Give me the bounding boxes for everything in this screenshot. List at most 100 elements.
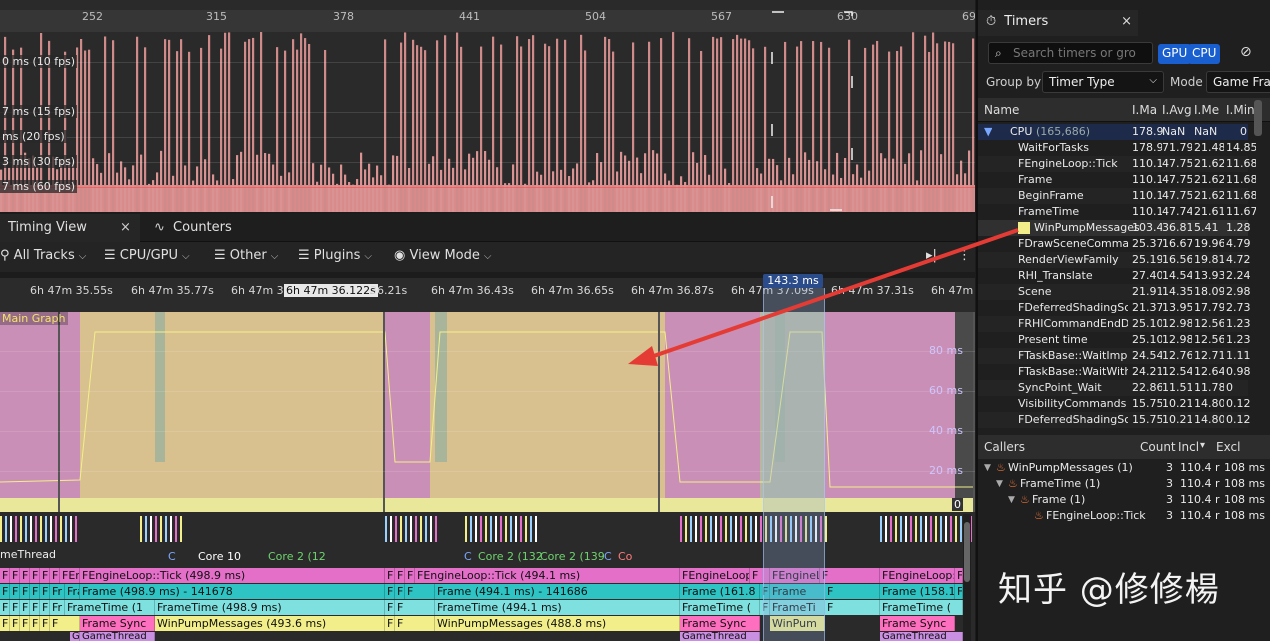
timer-row[interactable]: FTaskBase::WaitWith 24.21 12.54 12.64 0.98 (978, 364, 1251, 380)
mode-select[interactable]: Game Fra (1206, 71, 1270, 93)
timing-event-bar[interactable]: F (10, 616, 20, 631)
other-button[interactable]: ☰ Other ⌵ (214, 248, 278, 263)
timing-event-bar[interactable]: Frame Sync (80, 616, 155, 631)
timing-event-bar[interactable]: F (30, 584, 40, 599)
expand-arrow-icon[interactable]: ▼ (1008, 495, 1015, 505)
column-median[interactable]: I.Me (1194, 103, 1219, 117)
timer-row[interactable]: FDeferredShadingSce 21.37 13.95 17.79 2.73 (978, 300, 1251, 316)
column-avg[interactable]: I.Avg (1162, 103, 1192, 117)
column-excl[interactable]: Excl (1216, 440, 1240, 454)
timing-event-bar[interactable]: F (50, 616, 80, 631)
timing-event-bar[interactable]: WinPumpMessages (493.6 ms) (155, 616, 385, 631)
timing-event-bar[interactable]: Frame (161.8 (680, 584, 760, 599)
timing-event-bar[interactable]: Frame (158.1 (880, 584, 955, 599)
timing-event-bar[interactable]: FrameTime (494.1 ms) (435, 600, 680, 615)
group-by-select[interactable]: Timer Type ⌵ (1042, 71, 1164, 93)
timer-row[interactable]: FRHICommandEndDra 25.1012.9812.561.23 (978, 316, 1251, 332)
scrollbar-thumb[interactable] (964, 522, 970, 582)
caller-row[interactable]: ▼ ♨ WinPumpMessages (1) 3 110.4 r 108 ms (978, 460, 1270, 476)
timing-event-bar[interactable]: F (955, 568, 963, 583)
timing-event-bar[interactable]: F (20, 616, 30, 631)
timer-row[interactable]: VisibilityCommands 15.75 10.21 14.80 0.12 (978, 396, 1251, 412)
timing-event-bar[interactable]: F (825, 584, 880, 599)
timing-event-bar[interactable]: F (395, 616, 435, 631)
timer-row[interactable]: FEngineLoop::Tick 110.1 47.75 21.62 11.68 (978, 156, 1256, 172)
cpu-gpu-button[interactable]: ☰ CPU/GPU ⌵ (104, 248, 190, 263)
timing-event-bar[interactable]: F (395, 600, 435, 615)
timing-event-bar[interactable]: Fr (50, 584, 65, 599)
timing-event-bar[interactable]: F (0, 584, 10, 599)
thread-tracks[interactable]: meThread C Core 10 Core 2 (12 C Core 2 (132 C… (0, 512, 975, 641)
filter-off-icon[interactable]: ⊘ (1240, 44, 1252, 60)
timing-event-bar[interactable]: F (30, 600, 40, 615)
column-name[interactable]: Name (984, 103, 1019, 117)
timing-event-bar[interactable]: F (40, 568, 50, 583)
timing-event-bar[interactable]: F (385, 616, 395, 631)
timing-event-bar[interactable]: F (30, 568, 40, 583)
main-graph-track[interactable]: Main Graph 80 ms 60 ms 40 ms 20 ms 0 (0, 312, 975, 512)
timer-row[interactable]: FrameTime 110.1 47.74 21.61 11.67 (978, 204, 1256, 220)
sort-desc-icon[interactable]: ▾ (1200, 440, 1205, 451)
timing-event-bar[interactable]: F (0, 600, 10, 615)
timing-event-bar[interactable]: F (385, 600, 395, 615)
timing-event-bar[interactable]: F (30, 616, 40, 631)
search-input[interactable]: ⌕ Search timers or gro (988, 42, 1153, 64)
column-callers[interactable]: Callers (984, 440, 1025, 454)
timing-event-bar[interactable]: F (20, 584, 30, 599)
timing-event-bar[interactable]: Frame (162.6 (65, 584, 80, 599)
expand-arrow-icon[interactable]: ▼ (984, 125, 992, 138)
timing-event-bar[interactable]: FrameTime (498.9 ms) (155, 600, 385, 615)
timer-row[interactable]: FDrawSceneCommand 25.3716.6719.964.79 (978, 236, 1251, 252)
timing-event-bar[interactable]: F (10, 584, 20, 599)
timing-event-bar[interactable]: F (50, 568, 60, 583)
caller-row[interactable]: ♨ FEngineLoop::Tick 3 110.4 r 108 ms (978, 508, 1270, 524)
timing-event-bar[interactable]: FEngineLoop::Tick (494.1 ms) (415, 568, 680, 583)
timing-event-bar[interactable]: FrameTime ( (680, 600, 760, 615)
column-max[interactable]: I.Ma (1132, 103, 1157, 117)
timer-row[interactable]: FTaskBase::WaitImpl_ 24.54 12.76 12.71 1.11 (978, 348, 1251, 364)
expand-arrow-icon[interactable]: ▼ (984, 463, 991, 473)
timing-event-bar[interactable]: F (0, 568, 10, 583)
column-incl[interactable]: Incl (1178, 440, 1199, 454)
timing-event-bar[interactable]: Fr (50, 600, 65, 615)
skip-forward-icon[interactable]: ▸| (926, 248, 937, 263)
caller-row[interactable]: ▼ ♨ FrameTime (1) 3 110.4 r 108 ms (978, 476, 1270, 492)
timing-event-bar[interactable]: FEngineLoop:: (60, 568, 80, 583)
timing-event-bar[interactable]: FEngineLoop::Tick (498.9 ms) (80, 568, 385, 583)
timing-event-bar[interactable]: F (10, 568, 20, 583)
timer-row[interactable]: WinPumpMessages 103.4 36.81 5.41 1.28 (978, 220, 1251, 236)
time-selection-overlay[interactable] (763, 288, 825, 641)
timing-event-bar[interactable]: FEngineLoop: (680, 568, 750, 583)
timer-row[interactable]: WaitForTasks 178.9 71.79 21.48 14.85 (978, 140, 1256, 156)
timing-event-bar[interactable]: F (40, 600, 50, 615)
timing-event-bar[interactable]: Frame Sync (880, 616, 955, 631)
frames-panel[interactable]: 252 315 378 441 504 567 630 69 0 ms (10 … (0, 0, 975, 212)
column-count[interactable]: Count (1140, 440, 1176, 454)
timing-event-bar[interactable]: F (405, 584, 435, 599)
timing-event-bar[interactable]: Frame Sync (680, 616, 760, 631)
tab-counters[interactable]: ∿ Counters (146, 214, 240, 242)
time-ruler[interactable]: 6h 47m 35.55s 6h 47m 35.77s 6h 47m 35 6h… (0, 278, 975, 312)
timing-event-bar[interactable]: F (395, 568, 405, 583)
caller-row[interactable]: ▼ ♨ Frame (1) 3 110.4 r 108 ms (978, 492, 1270, 508)
timer-row[interactable]: RenderViewFamily 25.19 16.56 19.81 4.72 (978, 252, 1251, 268)
more-options-icon[interactable]: ⋮ (958, 248, 971, 263)
column-min[interactable]: I.Min (1226, 103, 1255, 117)
timing-event-bar[interactable]: F (40, 616, 50, 631)
table-scrollbar-thumb[interactable] (1254, 100, 1262, 136)
timing-event-bar[interactable]: F (385, 568, 395, 583)
timing-event-bar[interactable]: FEngineLoop:: (880, 568, 955, 583)
timing-event-bar[interactable]: FrameTime ( (880, 600, 963, 615)
timing-event-bar[interactable]: F (395, 584, 405, 599)
timing-event-bar[interactable]: GameThread (880, 632, 963, 641)
gpu-toggle-button[interactable]: GPU (1158, 44, 1192, 64)
timing-event-bar[interactable]: F (0, 616, 10, 631)
timer-row[interactable]: BeginFrame 110.1 47.75 21.62 11.68 (978, 188, 1256, 204)
timing-event-bar[interactable]: F (825, 600, 880, 615)
all-tracks-button[interactable]: ⚲ All Tracks ⌵ (0, 248, 86, 263)
timing-event-bar[interactable]: GameThread (680, 632, 760, 641)
tab-timers[interactable]: ⏱ Timers × (978, 10, 1138, 36)
timing-event-bar[interactable]: Frame (498.9 ms) - 141678 (80, 584, 385, 599)
frame-bars[interactable] (0, 0, 975, 212)
timing-event-bar[interactable]: G (70, 632, 80, 641)
